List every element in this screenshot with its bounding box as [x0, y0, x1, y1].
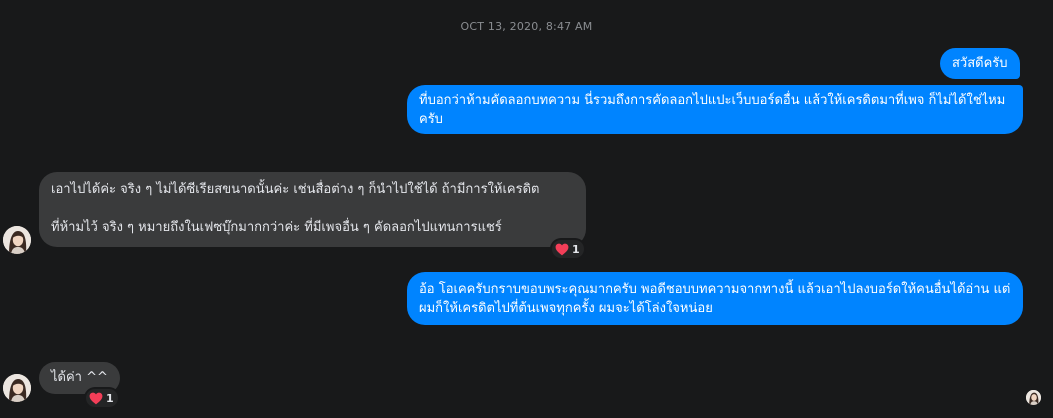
heart-icon — [555, 243, 569, 255]
heart-icon — [89, 392, 103, 404]
message-reaction[interactable]: 1 — [552, 240, 584, 258]
avatar-image — [1026, 390, 1041, 405]
avatar-image — [3, 374, 31, 402]
message-timestamp: OCT 13, 2020, 8:47 AM — [460, 20, 593, 33]
avatar[interactable] — [3, 226, 31, 254]
reaction-count: 1 — [572, 242, 580, 256]
incoming-message[interactable]: เอาไปได้ค่ะ จริง ๆ ไม่ได้ซีเรียสขนาดนั้น… — [39, 172, 586, 247]
outgoing-message[interactable]: ที่บอกว่าห้ามคัดลอกบทความ นี่รวมถึงการคั… — [407, 85, 1023, 134]
seen-indicator-avatar — [1026, 390, 1041, 405]
outgoing-message[interactable]: สวัสดีครับ — [940, 48, 1020, 79]
avatar-image — [3, 226, 31, 254]
reaction-count: 1 — [106, 391, 114, 405]
avatar[interactable] — [3, 374, 31, 402]
outgoing-message[interactable]: อ้อ โอเคครับกราบขอบพระคุณมากครับ พอดีชอบ… — [407, 272, 1023, 325]
message-reaction[interactable]: 1 — [86, 389, 118, 407]
chat-thread: OCT 13, 2020, 8:47 AM สวัสดีครับ ที่บอกว… — [0, 0, 1053, 418]
